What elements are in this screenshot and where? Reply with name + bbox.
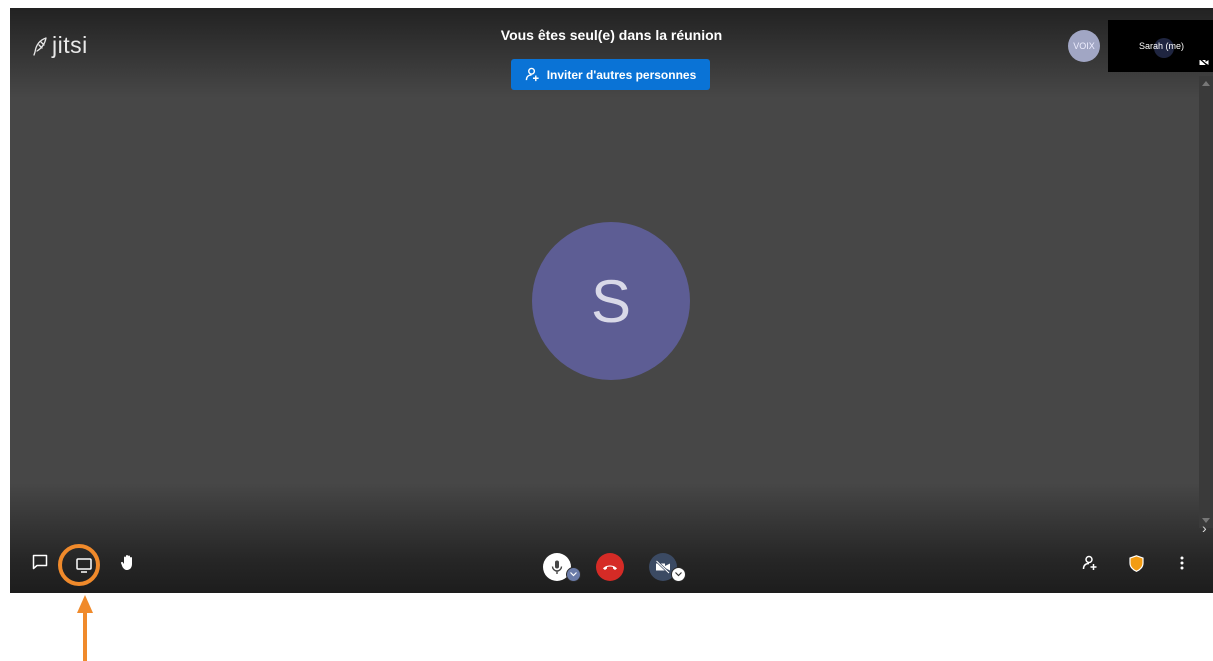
voice-participant-avatar[interactable]: VOIX [1068,30,1100,62]
microphone-icon [551,560,563,574]
hangup-icon [603,565,617,570]
scroll-up-arrow-icon[interactable] [1202,81,1210,86]
chevron-down-icon [570,572,577,577]
camera-off-icon [655,560,670,574]
main-avatar-initial: S [590,267,632,335]
filmstrip-toggle-chevron-icon[interactable]: › [1202,520,1207,536]
camera-muted-icon [1199,58,1209,67]
add-person-icon [525,67,539,82]
chat-button[interactable] [30,552,50,572]
invite-others-button[interactable]: Inviter d'autres personnes [511,59,710,90]
invite-participant-button[interactable] [1079,553,1101,573]
raise-hand-button[interactable] [118,552,138,572]
security-shield-icon [1128,554,1144,572]
conference-stage: jitsi Vous êtes seul(e) dans la réunion … [10,8,1213,593]
chevron-down-icon [675,572,682,577]
filmstrip-scrollbar[interactable] [1199,76,1213,528]
chat-icon [32,554,48,570]
security-options-button[interactable] [1126,553,1146,573]
raise-hand-icon [121,554,132,570]
camera-options-button[interactable] [671,567,686,582]
highlight-ring-annotation [58,544,100,586]
more-options-button[interactable] [1173,553,1191,573]
invite-others-label: Inviter d'autres personnes [546,67,697,82]
hangup-button[interactable] [596,553,624,581]
invite-participant-icon [1082,555,1097,570]
more-options-icon [1180,556,1184,570]
microphone-options-button[interactable] [566,567,581,582]
annotation-arrow-shaft [83,611,87,661]
main-participant-avatar: S [532,222,690,380]
voice-avatar-text: VOIX [1073,41,1095,51]
self-thumbnail-name: Sarah (me) [1138,41,1184,51]
meeting-status-title: Vous êtes seul(e) dans la réunion [500,27,723,43]
self-thumbnail[interactable]: Sarah (me) [1108,20,1213,72]
